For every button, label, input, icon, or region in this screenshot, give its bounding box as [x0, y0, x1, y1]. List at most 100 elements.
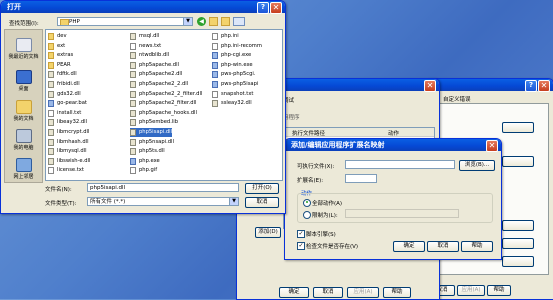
file-item[interactable]: php5apache2_2_filter.dll [130, 90, 202, 99]
lookin-combo[interactable]: PHP ▼ [57, 17, 193, 26]
file-item[interactable]: gds32.dll [48, 90, 81, 99]
file-item[interactable]: PEAR [48, 61, 71, 70]
file-item[interactable]: pws-php5isapi [212, 80, 258, 89]
ext-field[interactable] [345, 174, 377, 183]
new-folder-icon[interactable] [221, 17, 230, 26]
all-verbs-radio[interactable] [303, 199, 311, 207]
file-item[interactable]: ssleay32.dll [212, 99, 252, 108]
file-item[interactable]: libmcrypt.dll [48, 128, 89, 137]
script-engine-label[interactable]: 脚本引擎(S) [306, 230, 336, 238]
nav-documents[interactable]: 我的文档 [6, 100, 41, 122]
script-engine-checkbox[interactable]: ✓ [297, 230, 305, 238]
map-help-button[interactable]: 帮助 [461, 241, 493, 252]
file-item[interactable]: libswish-e.dll [48, 157, 90, 166]
help-icon[interactable]: ? [257, 2, 269, 14]
tab-custom-errors[interactable]: 自定义错误 [443, 95, 471, 103]
file-item[interactable]: pws-php5cgi. [212, 70, 256, 79]
file-item-label: php5isapi.dll [139, 129, 173, 135]
chevron-down-icon[interactable]: ▼ [229, 198, 238, 205]
back-icon[interactable]: ◀ [197, 17, 206, 26]
file-item[interactable]: php5apache2_2.dll [130, 80, 188, 89]
right-btn-4[interactable] [502, 238, 534, 249]
places-bar: 我最近的文档 桌面 我的文档 我的电脑 网上邻居 [4, 29, 43, 183]
check-file-label[interactable]: 检查文件是否存在(V) [306, 242, 358, 250]
help-icon[interactable]: ? [525, 80, 537, 92]
file-item[interactable]: php.ini [212, 32, 239, 41]
file-item[interactable]: news.txt [130, 42, 161, 51]
up-folder-icon[interactable] [209, 17, 218, 26]
file-list[interactable]: dev ext extras PEAR fdftk.dll fribidi.dll gds3… [45, 29, 283, 181]
right-help-button[interactable]: 帮助 [487, 285, 511, 296]
filename-field[interactable]: php5isapi.dll [87, 183, 239, 192]
close-icon[interactable]: ✕ [486, 140, 498, 152]
file-item[interactable]: libeay32.dll [48, 118, 87, 127]
map-ok-button[interactable]: 确定 [393, 241, 425, 252]
close-icon[interactable]: ✕ [538, 80, 550, 92]
filetype-combo[interactable]: 所有文件 (*.*) ▼ [87, 197, 239, 206]
file-item[interactable]: php.ini-recomm [212, 42, 262, 51]
file-item[interactable]: php.exe [130, 157, 160, 166]
right-btn-3[interactable] [502, 220, 534, 231]
limit-to-label[interactable]: 限制为(L): [312, 211, 338, 219]
limit-to-radio[interactable] [303, 211, 311, 219]
right-apply-button[interactable]: 应用(A) [457, 285, 485, 296]
add-button[interactable]: 添加(D) [255, 227, 281, 238]
file-item[interactable]: libmhash.dll [48, 138, 89, 147]
file-item-label: ext [57, 42, 66, 49]
file-item[interactable]: php5apache.dll [130, 61, 179, 70]
file-item[interactable]: php5isapi.dll [130, 128, 173, 137]
nav-computer[interactable]: 我的电脑 [6, 129, 41, 151]
filename-label: 文件名(N): [45, 187, 72, 193]
file-item[interactable]: dev [48, 32, 67, 41]
file-item[interactable]: snapshot.txt [212, 90, 253, 99]
nav-recent[interactable]: 我最近的文档 [6, 38, 41, 60]
file-item[interactable]: license.txt [48, 166, 84, 175]
right-btn-5[interactable] [502, 256, 534, 267]
map-cancel-button[interactable]: 取消 [427, 241, 459, 252]
col-exe-path[interactable]: 执行文件路径 [292, 129, 325, 137]
file-item[interactable]: msql.dll [130, 32, 159, 41]
file-item[interactable]: php.gif [130, 166, 157, 175]
nav-network[interactable]: 网上邻居 [6, 158, 41, 180]
cancel-button[interactable]: 取消 [245, 197, 279, 208]
all-verbs-label[interactable]: 全部动作(A) [312, 199, 342, 207]
file-item[interactable]: install.txt [48, 109, 81, 118]
browse-button[interactable]: 浏览(B)... [459, 160, 495, 171]
close-icon[interactable]: ✕ [270, 2, 282, 14]
file-icon [130, 157, 136, 165]
file-item[interactable]: php5embed.lib [130, 118, 178, 127]
file-item[interactable]: extras [48, 51, 73, 60]
file-item[interactable]: php-win.exe [212, 61, 253, 70]
recent-documents-icon [15, 38, 32, 52]
check-file-checkbox[interactable]: ✓ [297, 242, 305, 250]
file-item[interactable]: php5nsapi.dll [130, 138, 174, 147]
col-action[interactable]: 动作 [388, 129, 399, 137]
cancel-button[interactable]: 取消 [313, 287, 343, 298]
file-item[interactable]: ext [48, 42, 65, 51]
nav-desktop[interactable]: 桌面 [6, 70, 41, 92]
file-icon [130, 52, 136, 60]
file-item[interactable]: ntwdblib.dll [130, 51, 169, 60]
limit-to-field[interactable] [345, 209, 459, 218]
file-item[interactable]: php5apache2.dll [130, 70, 182, 79]
file-item-label: php5apache2_2_filter.dll [139, 90, 203, 97]
right-btn-2[interactable] [502, 156, 534, 167]
right-btn-1[interactable] [502, 122, 534, 133]
open-button[interactable]: 打开(O) [245, 183, 279, 194]
file-item[interactable]: php5ts.dll [130, 147, 165, 156]
file-item[interactable]: go-pear.bat [48, 99, 87, 108]
close-icon[interactable]: ✕ [424, 80, 436, 92]
apply-button[interactable]: 应用(A) [347, 287, 379, 298]
help-button[interactable]: 帮助 [383, 287, 411, 298]
file-item[interactable]: libmysql.dll [48, 147, 87, 156]
view-menu-icon[interactable] [233, 17, 245, 26]
file-item[interactable]: fribidi.dll [48, 80, 80, 89]
file-item[interactable]: php-cgi.exe [212, 51, 251, 60]
file-item[interactable]: php5apache2_filter.dll [130, 99, 196, 108]
ok-button[interactable]: 确定 [279, 287, 309, 298]
exe-field[interactable] [345, 160, 455, 169]
file-item[interactable]: php5apache_hooks.dll [130, 109, 197, 118]
file-item[interactable]: fdftk.dll [48, 70, 77, 79]
chevron-down-icon[interactable]: ▼ [183, 18, 192, 25]
file-item-label: libmhash.dll [57, 138, 89, 145]
